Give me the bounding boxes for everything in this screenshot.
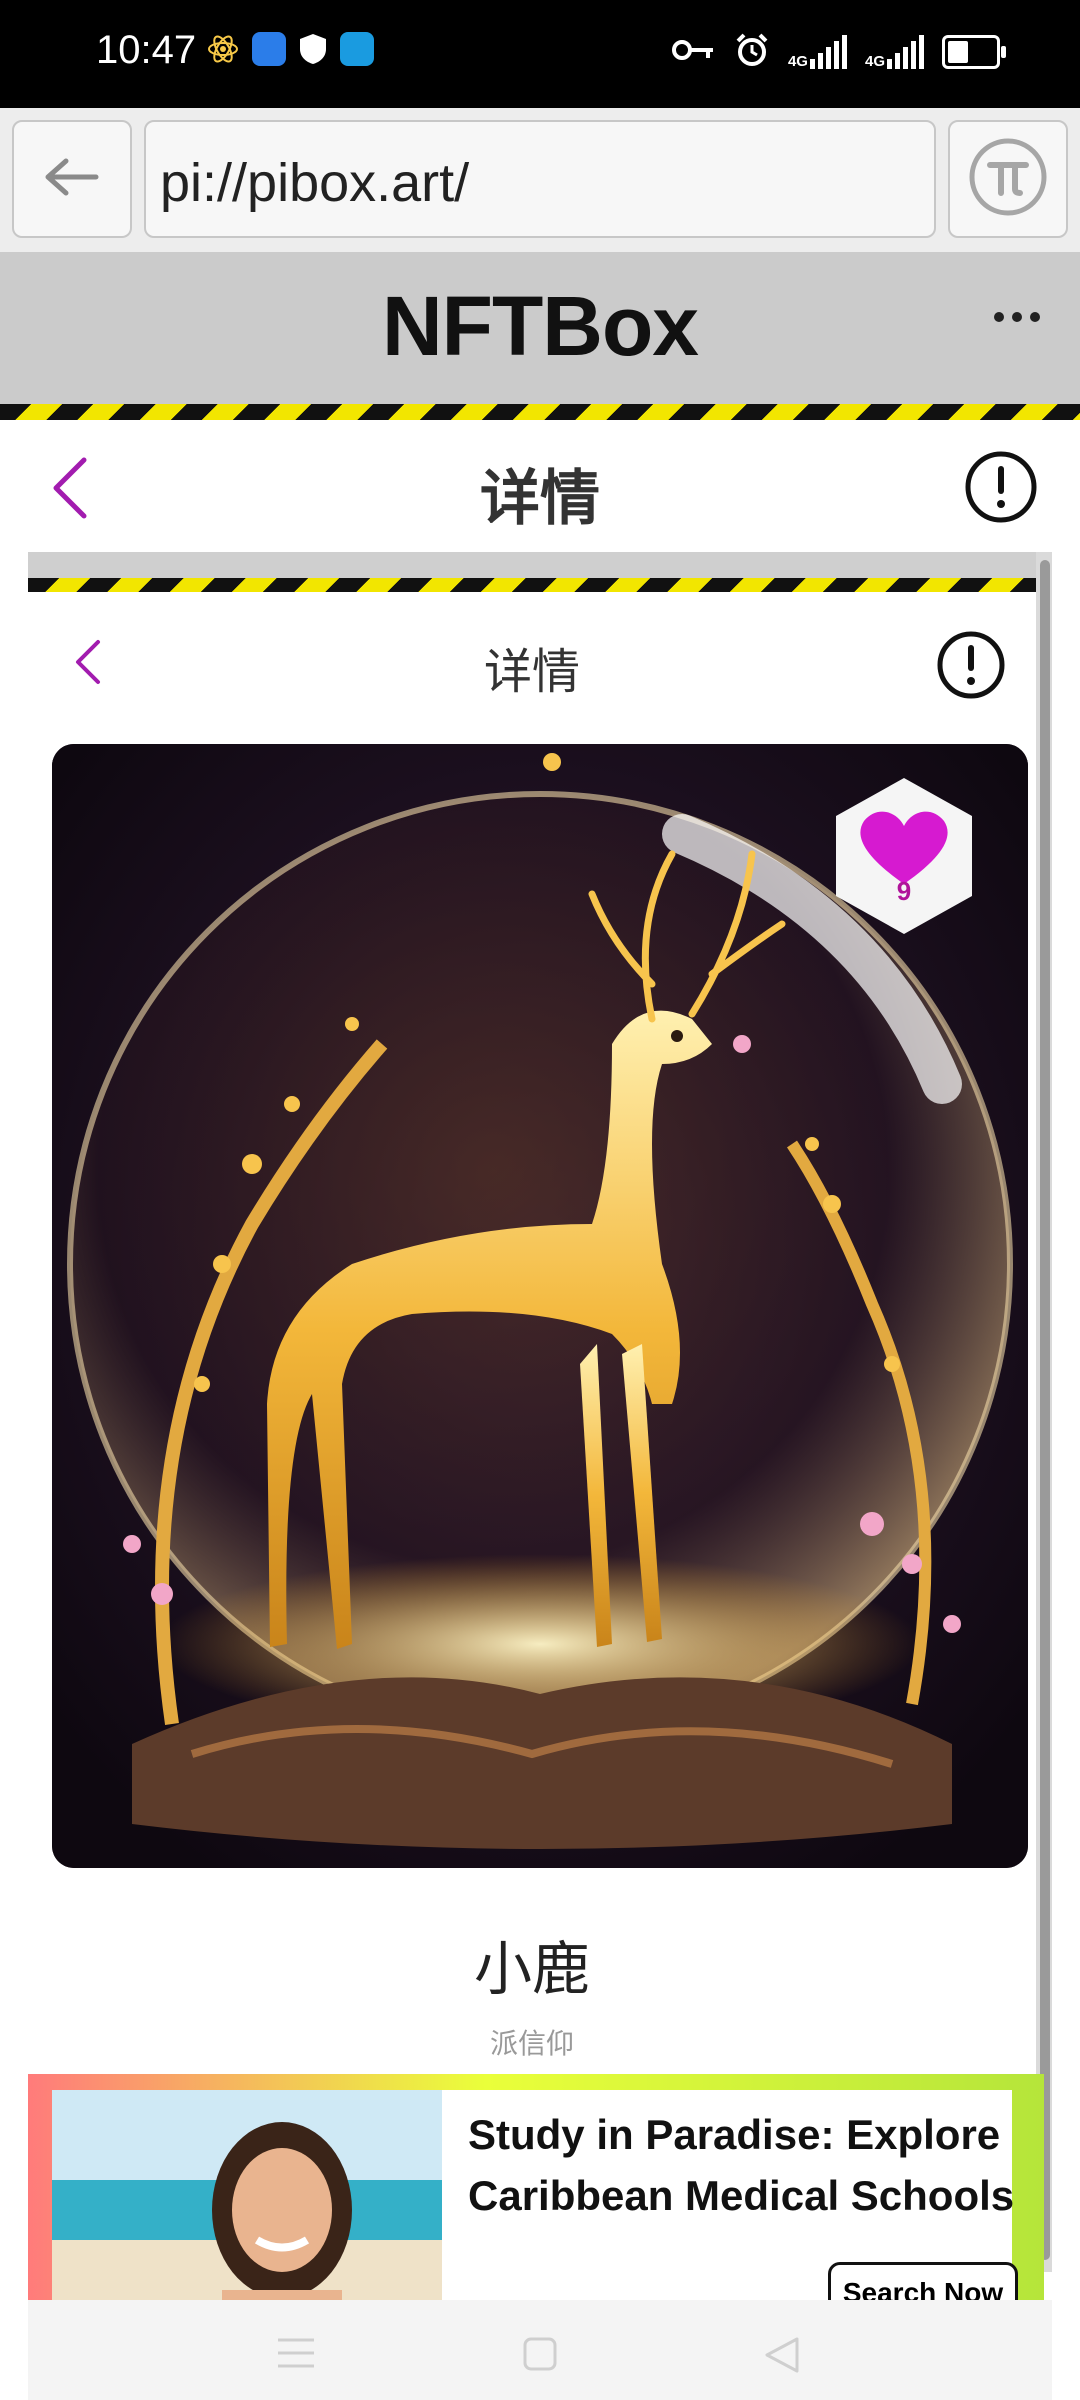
nft-title: 小鹿 bbox=[473, 1935, 590, 2003]
embedded-nav-bar: 详情 bbox=[28, 608, 1036, 718]
ad-banner[interactable]: Study in Paradise: Explore Caribbean Med… bbox=[28, 2074, 1044, 2300]
status-bar: 10:47 4G 4G bbox=[0, 0, 1080, 108]
status-time: 10:47 bbox=[96, 28, 197, 72]
signal-icon: 4G bbox=[788, 35, 847, 69]
key-icon bbox=[671, 38, 716, 66]
pi-icon bbox=[968, 137, 1048, 221]
page-title: 详情 bbox=[480, 464, 600, 534]
exclamation-circle-icon[interactable] bbox=[936, 630, 1006, 704]
url-bar[interactable]: pi://pibox.art/ bbox=[144, 120, 936, 238]
like-count: 9 bbox=[896, 876, 912, 906]
system-icons: 4G 4G bbox=[671, 32, 1006, 72]
scrollbar[interactable] bbox=[1036, 552, 1052, 2272]
scrollbar-thumb[interactable] bbox=[1040, 560, 1050, 2260]
browser-toolbar: pi://pibox.art/ bbox=[0, 108, 1080, 252]
hazard-stripe bbox=[28, 578, 1052, 592]
menu-icon[interactable] bbox=[276, 2336, 316, 2374]
chat-icon bbox=[340, 32, 374, 66]
detail-nav-bar: 详情 bbox=[0, 420, 1080, 550]
alarm-icon bbox=[734, 32, 770, 72]
atom-icon bbox=[206, 32, 240, 70]
like-button[interactable]: 9 bbox=[824, 776, 984, 936]
hazard-stripe bbox=[0, 404, 1080, 420]
more-dots-icon[interactable] bbox=[994, 312, 1040, 322]
shield-icon bbox=[298, 32, 328, 70]
exclamation-circle-icon[interactable] bbox=[964, 450, 1038, 528]
frame-top-bar bbox=[28, 552, 1052, 578]
browser-icon bbox=[252, 32, 286, 66]
embedded-page-title: 详情 bbox=[483, 644, 580, 700]
home-icon[interactable] bbox=[522, 2336, 558, 2376]
ad-cta-button[interactable]: Search Now bbox=[828, 2262, 1018, 2300]
back-triangle-icon[interactable] bbox=[764, 2336, 800, 2378]
app-header: NFTBox bbox=[0, 252, 1080, 404]
arrow-left-icon bbox=[44, 157, 100, 201]
app-title: NFTBox bbox=[382, 279, 699, 373]
ad-image[interactable] bbox=[52, 2090, 442, 2300]
embedded-webview: 详情 9 小鹿 派信仰 Study in Paradise: Explore C… bbox=[28, 552, 1052, 2300]
battery-icon bbox=[942, 35, 1006, 69]
pi-menu-button[interactable] bbox=[948, 120, 1068, 238]
nft-author[interactable]: 派信仰 bbox=[28, 2022, 1036, 2062]
notification-icons bbox=[206, 32, 374, 70]
system-nav-bar bbox=[28, 2300, 1052, 2400]
signal-icon: 4G bbox=[865, 35, 924, 69]
browser-back-button[interactable] bbox=[12, 120, 132, 238]
url-text: pi://pibox.art/ bbox=[160, 153, 470, 213]
ad-headline[interactable]: Study in Paradise: Explore Caribbean Med… bbox=[468, 2104, 1028, 2226]
